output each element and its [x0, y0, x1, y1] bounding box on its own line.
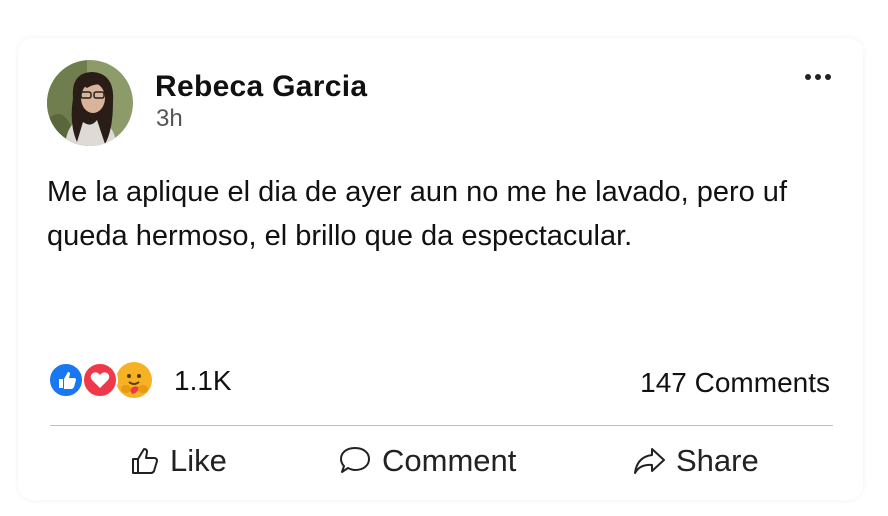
care-reaction-icon: [116, 362, 152, 398]
post-text: Me la aplique el dia de ayer aun no me h…: [47, 176, 787, 252]
more-options-button[interactable]: [800, 62, 836, 92]
reaction-count[interactable]: 1.1K: [174, 365, 232, 397]
avatar[interactable]: [47, 60, 133, 146]
thumbs-up-icon: [132, 448, 158, 474]
divider: [50, 425, 833, 426]
like-button[interactable]: Like: [130, 440, 227, 482]
like-button-label: Like: [170, 443, 227, 478]
more-horizontal-icon-dot: [815, 74, 821, 80]
share-arrow-icon: [634, 448, 665, 474]
share-button[interactable]: Share: [632, 440, 759, 482]
comment-bubble-icon: [340, 447, 370, 473]
more-horizontal-icon: [805, 74, 811, 80]
comment-button-label: Comment: [382, 443, 517, 478]
comment-button[interactable]: Comment: [338, 440, 516, 482]
comments-count[interactable]: 147 Comments: [640, 367, 830, 399]
love-reaction-icon: [82, 362, 118, 398]
reaction-icons[interactable]: [48, 362, 168, 400]
like-reaction-icon: [48, 362, 84, 398]
post-timestamp[interactable]: 3h: [156, 105, 183, 133]
author-name[interactable]: Rebeca Garcia: [155, 70, 367, 104]
post-card: [18, 38, 863, 500]
profile-photo: [47, 60, 133, 146]
share-button-label: Share: [676, 443, 759, 478]
more-horizontal-icon-dot: [825, 74, 831, 80]
